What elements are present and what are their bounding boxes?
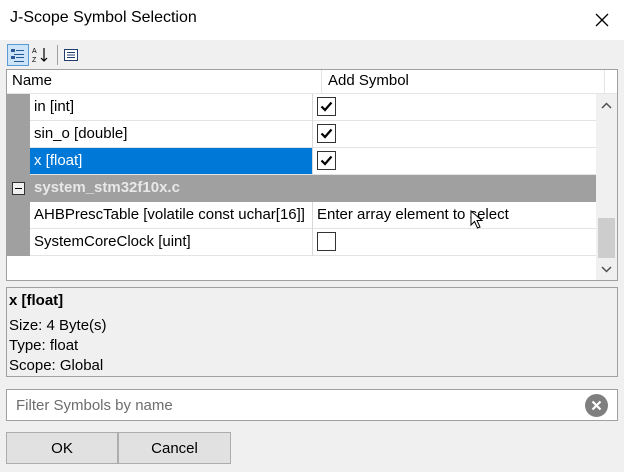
- symbol-row[interactable]: in [int]: [30, 94, 596, 121]
- info-size: Size: 4 Byte(s): [9, 317, 107, 334]
- category-label: system_stm32f10x.c: [34, 179, 180, 196]
- collapse-toggle[interactable]: [12, 182, 25, 195]
- symbol-name: SystemCoreClock [uint]: [34, 233, 191, 250]
- scroll-down-button[interactable]: [596, 258, 617, 280]
- scrollbar-thumb[interactable]: [598, 218, 615, 258]
- checkmark-icon: [320, 155, 333, 166]
- column-divider-right: [604, 70, 605, 94]
- symbol-row[interactable]: sin_o [double]: [30, 121, 596, 148]
- cell-divider: [312, 94, 313, 121]
- filter-input[interactable]: [7, 390, 577, 420]
- svg-text:A: A: [32, 48, 37, 55]
- property-pages-icon: [64, 49, 78, 61]
- clear-icon: [591, 400, 602, 411]
- cell-divider: [312, 229, 313, 256]
- window-title: J-Scope Symbol Selection: [10, 9, 197, 26]
- cell-divider: [312, 148, 313, 175]
- row-margin: [7, 202, 30, 256]
- grid-header: Name Add Symbol: [7, 70, 617, 94]
- property-pages-button[interactable]: [60, 44, 82, 66]
- mouse-cursor-icon: [470, 210, 484, 229]
- symbol-name: sin_o [double]: [34, 125, 128, 142]
- add-symbol-checkbox[interactable]: [317, 232, 336, 251]
- symbol-row[interactable]: SystemCoreClock [uint]: [30, 229, 596, 256]
- add-symbol-checkbox[interactable]: [317, 151, 336, 170]
- alphabetical-sort-icon: A Z: [32, 48, 48, 64]
- symbol-name: x [float]: [34, 152, 83, 169]
- symbol-row-selected[interactable]: x [float]: [30, 148, 596, 175]
- checkmark-icon: [320, 128, 333, 139]
- vertical-scrollbar[interactable]: [596, 94, 617, 280]
- title-bar: J-Scope Symbol Selection: [0, 0, 624, 40]
- symbol-info-panel: x [float] Size: 4 Byte(s) Type: float Sc…: [6, 287, 618, 377]
- info-scope: Scope: Global: [9, 357, 104, 374]
- info-type: Type: float: [9, 337, 79, 354]
- close-icon: [595, 13, 609, 27]
- symbol-row[interactable]: AHBPrescTable [volatile const uchar[16]]…: [30, 202, 596, 229]
- minus-icon: [15, 188, 22, 189]
- category-row[interactable]: system_stm32f10x.c: [7, 175, 596, 202]
- toolbar-separator: [57, 45, 58, 65]
- filter-box: [6, 389, 618, 421]
- close-button[interactable]: [580, 0, 624, 40]
- symbol-name: AHBPrescTable [volatile const uchar[16]]: [34, 206, 305, 223]
- categorized-view-button[interactable]: [7, 44, 29, 66]
- symbol-name: in [int]: [34, 98, 75, 115]
- add-symbol-checkbox[interactable]: [317, 124, 336, 143]
- column-divider[interactable]: [321, 70, 322, 94]
- svg-text:Z: Z: [32, 57, 37, 64]
- clear-filter-button[interactable]: [585, 394, 608, 417]
- add-symbol-checkbox[interactable]: [317, 97, 336, 116]
- chevron-down-icon: [601, 265, 612, 273]
- categorized-view-icon: [11, 49, 24, 62]
- cancel-button[interactable]: Cancel: [118, 432, 231, 464]
- column-header-add-symbol[interactable]: Add Symbol: [328, 72, 409, 89]
- alphabetical-sort-button[interactable]: A Z: [30, 44, 52, 66]
- column-header-name[interactable]: Name: [12, 72, 52, 89]
- toolbar: [0, 40, 624, 70]
- cell-divider: [312, 202, 313, 229]
- row-margin: [7, 94, 30, 175]
- checkmark-icon: [320, 101, 333, 112]
- ok-button[interactable]: OK: [6, 432, 118, 464]
- cell-divider: [312, 121, 313, 148]
- scroll-up-button[interactable]: [596, 94, 617, 116]
- info-title: x [float]: [9, 292, 64, 309]
- symbol-grid: Name Add Symbol in [int] sin_o [double] …: [6, 69, 618, 281]
- chevron-up-icon: [601, 101, 612, 109]
